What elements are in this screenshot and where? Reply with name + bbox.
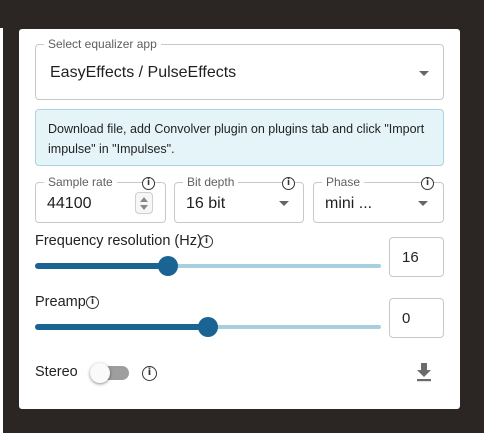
preamp-label: Preamp [35, 294, 86, 310]
stepper-down-icon[interactable] [140, 205, 148, 210]
preamp-value[interactable]: 0 [402, 310, 410, 327]
info-icon[interactable]: i [200, 235, 213, 248]
info-icon[interactable]: i [142, 177, 155, 190]
bit-depth-label: Bit depth [183, 175, 239, 189]
phase-label: Phase [322, 175, 365, 189]
preamp-input[interactable]: 0 [389, 298, 444, 338]
slider-thumb[interactable] [158, 256, 178, 276]
stereo-label: Stereo [35, 364, 78, 380]
caret-down-icon [279, 201, 289, 206]
caret-down-icon [419, 71, 429, 76]
frequency-resolution-label: Frequency resolution (Hz) [35, 233, 202, 249]
left-panel-edge [0, 28, 3, 433]
slider-track-active[interactable] [35, 263, 168, 269]
info-alert: Download file, add Convolver plugin on p… [35, 109, 444, 166]
info-icon[interactable]: i [421, 177, 434, 190]
bit-depth-select[interactable]: Bit depth i 16 bit [174, 175, 304, 223]
download-icon[interactable] [415, 362, 433, 382]
equalizer-export-card: Select equalizer app EasyEffects / Pulse… [19, 29, 460, 409]
phase-select[interactable]: Phase i mini ... [313, 175, 444, 223]
info-icon[interactable]: i [282, 177, 295, 190]
equalizer-app-value: EasyEffects / PulseEffects [50, 64, 237, 81]
frequency-resolution-value[interactable]: 16 [402, 249, 419, 266]
alert-text: Download file, add Convolver plugin on p… [48, 122, 425, 156]
equalizer-app-label: Select equalizer app [44, 37, 161, 51]
stepper-up-icon[interactable] [140, 197, 148, 202]
equalizer-app-select[interactable]: Select equalizer app EasyEffects / Pulse… [35, 37, 444, 100]
sample-rate-stepper[interactable] [135, 192, 153, 214]
phase-value: mini ... [325, 195, 373, 212]
info-icon[interactable]: i [86, 296, 99, 309]
slider-track-active[interactable] [35, 324, 208, 330]
slider-thumb[interactable] [198, 317, 218, 337]
sample-rate-field[interactable]: Sample rate i 44100 [35, 175, 166, 223]
switch-thumb[interactable] [90, 363, 110, 383]
frequency-resolution-input[interactable]: 16 [389, 237, 444, 277]
info-icon[interactable]: i [142, 366, 157, 381]
sample-rate-label: Sample rate [44, 175, 117, 189]
caret-down-icon [418, 201, 428, 206]
sample-rate-value[interactable]: 44100 [47, 195, 92, 213]
bit-depth-value: 16 bit [186, 195, 226, 212]
